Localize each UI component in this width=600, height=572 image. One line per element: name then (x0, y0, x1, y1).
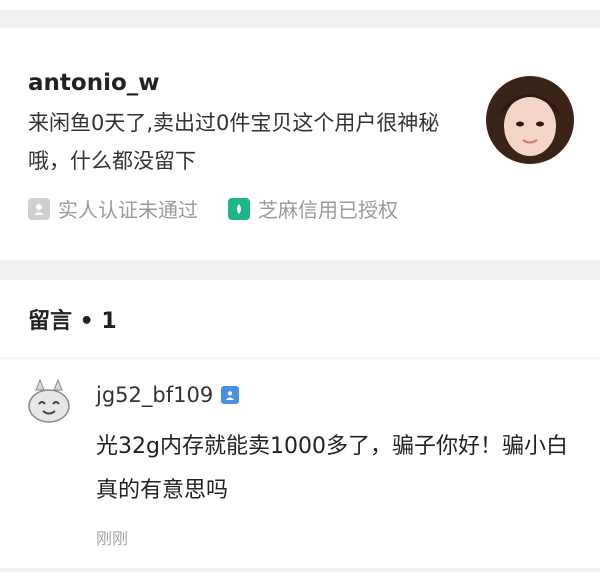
commenter-name: jg52_bf109 (96, 383, 214, 407)
seller-description: 来闲鱼0天了,卖出过0件宝贝这个用户很神秘哦，什么都没留下 (28, 111, 440, 173)
comment-timestamp: 刚刚 (96, 529, 129, 548)
commenter-avatar[interactable] (26, 378, 72, 424)
badge-label: 芝麻信用已授权 (258, 198, 398, 222)
badge-label: 实人认证未通过 (58, 198, 198, 222)
seller-card[interactable]: antonio_w 来闲鱼0天了,卖出过0件宝贝这个用户很神秘哦，什么都没留下 … (0, 28, 600, 260)
seller-avatar[interactable] (486, 76, 574, 164)
user-verified-icon (221, 386, 240, 404)
section-gap (0, 260, 600, 280)
comment-text: 光32g内存就能卖1000多了，骗子你好！骗小白真的有意思吗 (96, 434, 568, 503)
sesame-credit-icon (228, 197, 250, 220)
seller-badges: 实人认证未通过 芝麻信用已授权 (28, 194, 398, 223)
seller-username[interactable]: antonio_w (28, 70, 160, 96)
top-strip (0, 0, 600, 10)
person-verify-icon (28, 197, 50, 220)
badge-real-name[interactable]: 实人认证未通过 (28, 194, 198, 223)
section-gap (0, 10, 600, 28)
divider (0, 358, 600, 359)
commenter-username[interactable]: jg52_bf109 (96, 383, 240, 407)
bottom-divider (0, 568, 600, 572)
comments-title: 留言 • 1 (28, 309, 117, 334)
badge-sesame-credit[interactable]: 芝麻信用已授权 (228, 194, 398, 223)
